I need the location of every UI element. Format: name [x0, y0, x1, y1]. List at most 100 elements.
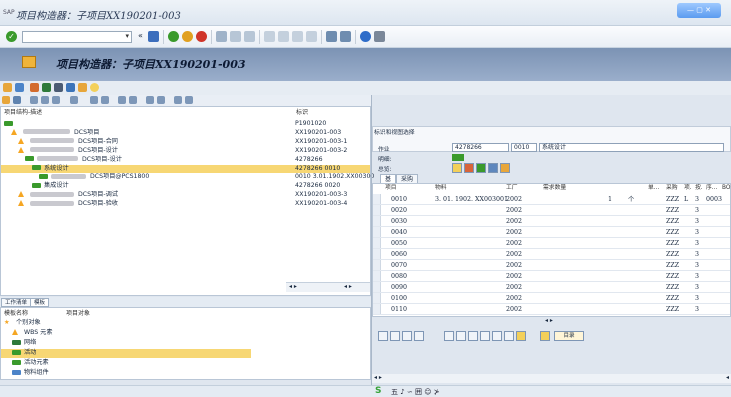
save-icon[interactable] — [148, 31, 159, 42]
cell-material[interactable]: 3. 01. 1902. XX003001 — [435, 194, 508, 205]
help-icon[interactable] — [360, 31, 371, 42]
template-row[interactable]: 活动 — [1, 349, 251, 358]
insert-row-icon[interactable] — [414, 331, 424, 341]
tree-row[interactable]: DCS项目 XX190201-003 — [1, 128, 370, 138]
cell-item[interactable]: 0090 — [391, 282, 407, 293]
detail-view-icon[interactable] — [452, 154, 464, 161]
last-page-icon[interactable] — [306, 31, 317, 42]
operation-item-field[interactable]: 0010 — [511, 143, 537, 152]
table-row[interactable]: 0040 2002 ZZZ 3 — [373, 227, 730, 238]
template-row[interactable]: 物料组件 — [1, 369, 370, 378]
cell-n[interactable]: 3 — [695, 238, 699, 249]
cell-item[interactable]: 0110 — [391, 304, 407, 315]
row-selector[interactable] — [373, 227, 381, 237]
move-up-icon[interactable] — [90, 96, 98, 104]
filter-rows-icon[interactable] — [492, 331, 502, 341]
expand-icon[interactable] — [2, 96, 10, 104]
cell-n[interactable]: 3 — [695, 249, 699, 260]
cell-item[interactable]: 0080 — [391, 271, 407, 282]
table-row[interactable]: 0060 2002 ZZZ 3 — [373, 249, 730, 260]
cell-s[interactable]: 0003 — [706, 194, 722, 205]
table-row[interactable]: 0020 2002 ZZZ 3 — [373, 205, 730, 216]
sort-down-icon[interactable] — [480, 331, 490, 341]
cell-n[interactable]: 3 — [695, 293, 699, 304]
cell-plant[interactable]: 2002 — [506, 205, 522, 216]
display-change-icon[interactable] — [3, 83, 12, 92]
tree-row[interactable]: 系统设计 4278266 0010 — [1, 164, 370, 174]
cell-grp[interactable]: ZZZ — [666, 293, 679, 304]
cell-grp[interactable]: ZZZ — [666, 304, 679, 315]
cell-plant[interactable]: 2002 — [506, 238, 522, 249]
collapse-icon[interactable] — [13, 96, 21, 104]
exit-icon[interactable] — [182, 31, 193, 42]
cell-qty[interactable]: 1 — [608, 194, 612, 205]
move-down-icon[interactable] — [101, 96, 109, 104]
tree-row[interactable]: DCS项目-验收 XX190201-003-4 — [1, 200, 370, 209]
level-up-icon[interactable] — [118, 96, 126, 104]
scroll-left-icon[interactable]: ◂ ▸ — [374, 374, 382, 381]
table-row[interactable]: 0100 2002 ZZZ 3 — [373, 293, 730, 304]
layout-menu-icon[interactable] — [374, 31, 385, 42]
settings-icon[interactable] — [146, 96, 154, 104]
graphic-icon[interactable] — [54, 83, 63, 92]
table-row[interactable]: 0070 2002 ZZZ 3 — [373, 260, 730, 271]
cell-item[interactable]: 0060 — [391, 249, 407, 260]
cell-plant[interactable]: 2002 — [506, 282, 522, 293]
prev-page-icon[interactable] — [278, 31, 289, 42]
cell-item[interactable]: 0100 — [391, 293, 407, 304]
cell-n[interactable]: 3 — [695, 216, 699, 227]
cell-item[interactable]: 0020 — [391, 205, 407, 216]
cell-grp[interactable]: ZZZ — [666, 205, 679, 216]
tree-row[interactable]: DCS项目@PCS1800 0010 3.01.1902.XX00300 — [1, 173, 374, 182]
table-row[interactable]: 0050 2002 ZZZ 3 — [373, 238, 730, 249]
cell-grp[interactable]: ZZZ — [666, 271, 679, 282]
back-icon[interactable] — [168, 31, 179, 42]
cell-plant[interactable]: 2002 — [506, 249, 522, 260]
row-selector[interactable] — [373, 194, 381, 204]
grid-scroll-arrows[interactable]: ◂ ▸ — [545, 317, 565, 325]
right-horizontal-scrollbar[interactable]: ◂ ▸ ◂ — [372, 374, 731, 383]
template-row[interactable]: ★ 个别对象 — [1, 319, 370, 328]
info-icon[interactable] — [90, 83, 99, 92]
tab-templates[interactable]: 模板 — [30, 298, 50, 307]
directory-button[interactable]: 目录 — [554, 331, 584, 341]
tree-row[interactable]: DCS项目-调试 XX190201-003-3 — [1, 191, 370, 200]
cell-item[interactable]: 0010 — [391, 194, 407, 205]
cancel-icon[interactable] — [196, 31, 207, 42]
detail-icon[interactable] — [402, 331, 412, 341]
back-history-icon[interactable]: « — [138, 31, 143, 40]
cell-plant[interactable]: 2002 — [506, 194, 522, 205]
operation-desc-field[interactable]: 系统设计 — [539, 143, 724, 152]
shortcut-icon[interactable] — [340, 31, 351, 42]
select-all-icon[interactable] — [378, 331, 388, 341]
operation-number-field[interactable]: 4278266 — [452, 143, 509, 152]
cell-grp[interactable]: ZZZ — [666, 194, 679, 205]
cell-n[interactable]: 3 — [695, 304, 699, 315]
cell-n[interactable]: 3 — [695, 271, 699, 282]
row-selector[interactable] — [373, 249, 381, 259]
cell-n[interactable]: 3 — [695, 260, 699, 271]
table-row[interactable]: 0090 2002 ZZZ 3 — [373, 282, 730, 293]
catalog-icon[interactable] — [540, 331, 550, 341]
sort-up-icon[interactable] — [468, 331, 478, 341]
row-selector[interactable] — [373, 238, 381, 248]
list-icon[interactable] — [66, 83, 75, 92]
cell-grp[interactable]: ZZZ — [666, 260, 679, 271]
print-icon[interactable] — [216, 31, 227, 42]
cell-unit[interactable]: 个 — [628, 194, 634, 205]
copy-icon[interactable] — [41, 96, 49, 104]
template-row[interactable]: 网络 — [1, 339, 370, 348]
network-icon[interactable] — [42, 83, 51, 92]
tree-horizontal-scrollbar[interactable]: ◂ ▸ ◂ ▸ — [286, 282, 370, 292]
row-selector[interactable] — [373, 293, 381, 303]
cell-plant[interactable]: 2002 — [506, 227, 522, 238]
scroll-right-icon[interactable]: ◂ ▸ — [344, 283, 352, 290]
cell-n[interactable]: 3 — [695, 282, 699, 293]
first-page-icon[interactable] — [264, 31, 275, 42]
tree-row[interactable]: 集成设计 4278266 0020 — [1, 182, 370, 191]
cell-item[interactable]: 0050 — [391, 238, 407, 249]
cell-n[interactable]: 3 — [695, 205, 699, 216]
cell-l[interactable]: L — [684, 194, 688, 205]
row-selector[interactable] — [373, 304, 381, 314]
row-selector[interactable] — [373, 271, 381, 281]
